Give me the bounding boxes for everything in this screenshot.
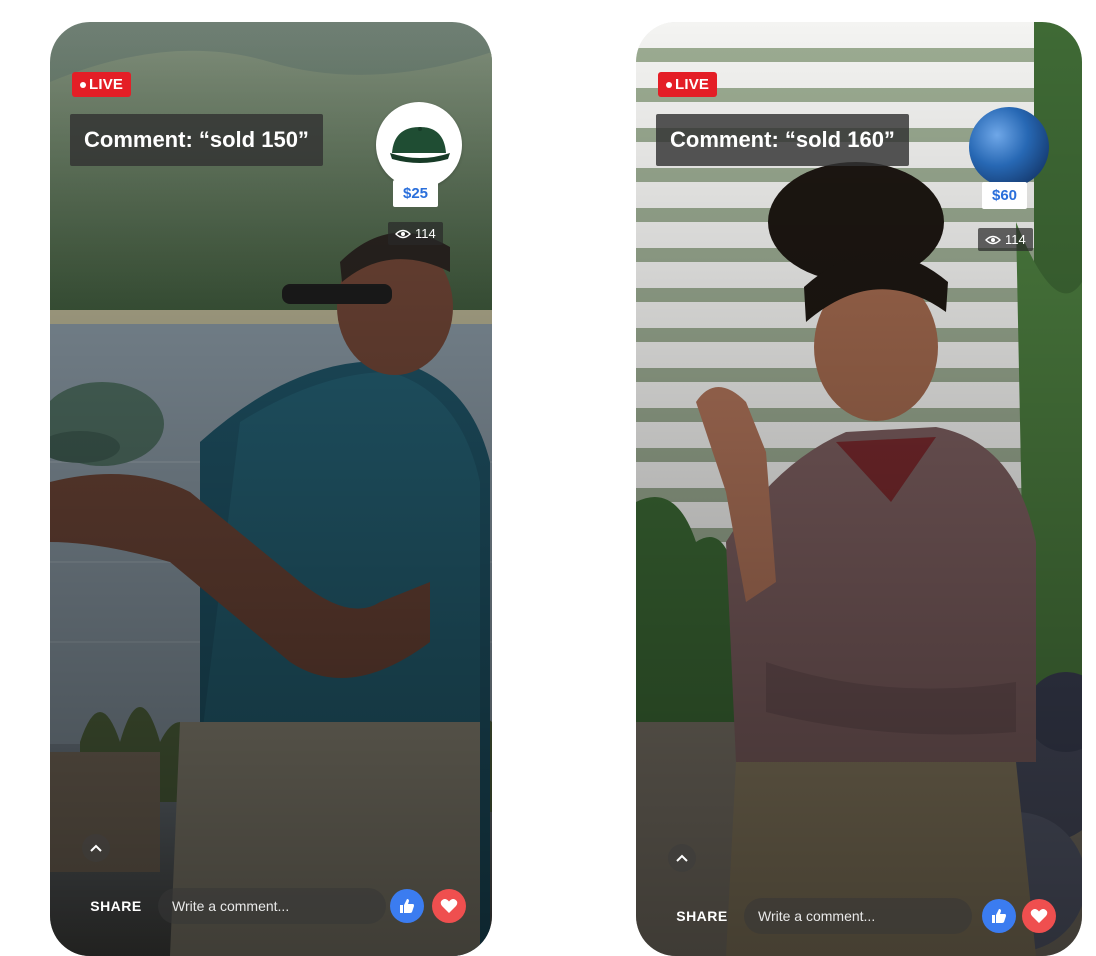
product-price[interactable]: $60: [982, 182, 1028, 209]
love-button[interactable]: [432, 889, 466, 923]
comment-prompt: Comment: “sold 160”: [656, 114, 909, 166]
live-dot-icon: [666, 81, 672, 88]
product-thumbnail[interactable]: [966, 104, 1052, 190]
like-button[interactable]: [390, 889, 424, 923]
live-stream-card-1: LIVE Comment: “sold 150” $25 114 SHARE W…: [50, 22, 492, 956]
share-button[interactable]: SHARE: [74, 898, 158, 914]
comment-prompt: Comment: “sold 150”: [70, 114, 323, 166]
chevron-up-icon: [90, 844, 102, 852]
comment-input[interactable]: Write a comment...: [744, 898, 972, 934]
viewer-count: 114: [978, 228, 1033, 251]
product-price[interactable]: $25: [393, 180, 439, 207]
thumbs-up-icon: [400, 899, 414, 913]
live-badge: LIVE: [72, 72, 132, 97]
like-button[interactable]: [982, 899, 1016, 933]
live-stream-card-2: LIVE Comment: “sold 160” $60 114 SHARE W…: [636, 22, 1082, 956]
heart-icon: [440, 899, 458, 913]
live-label: LIVE: [675, 76, 710, 93]
thumbs-up-icon: [992, 909, 1006, 923]
eye-icon: [985, 235, 1001, 244]
product-thumbnail[interactable]: [376, 102, 462, 188]
live-label: LIVE: [89, 76, 124, 93]
expand-chevron-button[interactable]: [668, 844, 696, 872]
bottom-action-bar: SHARE Write a comment...: [74, 884, 468, 928]
live-dot-icon: [80, 81, 86, 88]
bottom-action-bar: SHARE Write a comment...: [660, 894, 1058, 938]
green-cap-icon: [390, 127, 450, 163]
love-button[interactable]: [1022, 899, 1056, 933]
blue-ball-icon: [969, 107, 1049, 187]
eye-icon: [395, 229, 411, 238]
heart-icon: [1030, 909, 1048, 923]
viewer-count: 114: [388, 222, 443, 245]
live-badge: LIVE: [658, 72, 718, 97]
share-button[interactable]: SHARE: [660, 908, 744, 924]
viewer-count-value: 114: [415, 226, 436, 241]
comment-input[interactable]: Write a comment...: [158, 888, 386, 924]
viewer-count-value: 114: [1005, 232, 1026, 247]
expand-chevron-button[interactable]: [82, 834, 110, 862]
chevron-up-icon: [676, 854, 688, 862]
